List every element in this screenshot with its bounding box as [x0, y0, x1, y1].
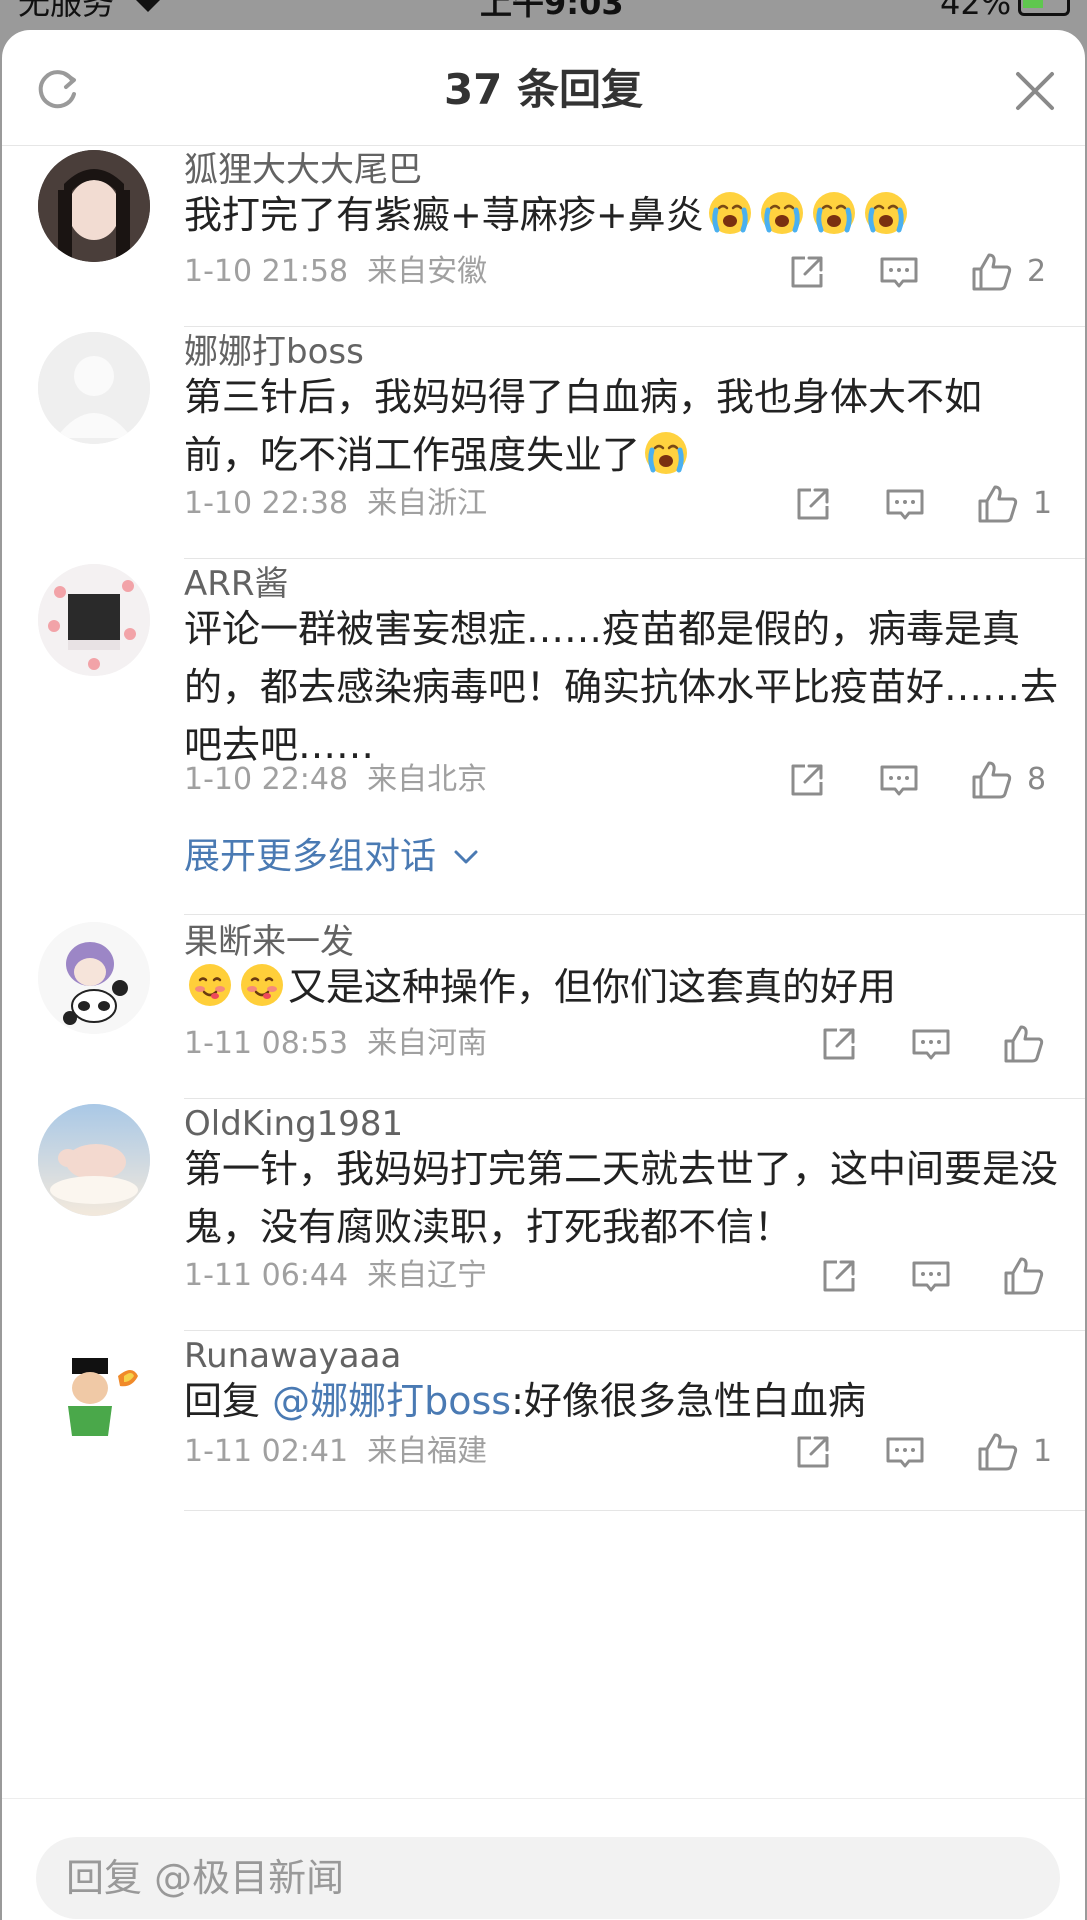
comment-body: :好像很多急性白血病	[511, 1379, 866, 1423]
comment-meta: 1-10 21:58 来自安徽	[184, 252, 487, 292]
comment-actions: 2	[785, 250, 1085, 300]
crying-emoji-icon	[640, 432, 692, 477]
comment-date: 1-10 21:58	[184, 254, 349, 289]
comment-location: 来自安徽	[367, 254, 488, 289]
comment-actions: 8	[785, 758, 1085, 808]
reply-prefix: 回复	[184, 1379, 273, 1423]
comment-date: 1-11 02:41	[184, 1434, 349, 1469]
clock: 上午9:03	[480, 0, 624, 22]
comment-text: 第三针后，我妈妈得了白血病，我也身体大不如前，吃不消工作强度失业了	[184, 368, 1054, 484]
comment-meta: 1-10 22:38 来自浙江	[184, 484, 487, 524]
comment-date: 1-11 06:44	[184, 1258, 349, 1293]
expand-conversation-link[interactable]: 展开更多组对话	[184, 832, 479, 882]
comment-icon[interactable]	[877, 758, 921, 802]
close-icon[interactable]	[1012, 68, 1058, 114]
yum-emoji-icon	[184, 964, 236, 1009]
expand-label: 展开更多组对话	[184, 836, 437, 877]
like-icon[interactable]	[976, 1430, 1020, 1474]
crying-emoji-icon	[860, 192, 912, 237]
comment-location: 来自浙江	[367, 486, 488, 521]
comment-actions	[785, 1022, 1085, 1072]
divider	[184, 1098, 1085, 1099]
sheet-header: 37 条回复	[2, 30, 1085, 146]
comment-text: 评论一群被害妄想症……疫苗都是假的，病毒是真的，都去感染病毒吧！确实抗体水平比疫…	[184, 607, 1059, 767]
divider	[184, 914, 1085, 915]
comment-date: 1-10 22:48	[184, 762, 349, 797]
avatar[interactable]	[38, 332, 150, 444]
mention-link[interactable]: @娜娜打boss	[272, 1379, 511, 1423]
comment-icon[interactable]	[883, 1430, 927, 1474]
comment-body: 我打完了有紫癜+荨麻疹+鼻炎	[184, 193, 704, 237]
page-title: 37 条回复	[443, 65, 644, 114]
comment-meta: 1-11 08:53 来自河南	[184, 1024, 487, 1064]
comment-text: 又是这种操作，但你们这套真的好用	[184, 958, 1064, 1016]
divider	[184, 1510, 1085, 1511]
crying-emoji-icon	[756, 192, 808, 237]
battery-icon	[1018, 0, 1070, 16]
comment-location: 来自福建	[367, 1434, 488, 1469]
share-icon[interactable]	[817, 1254, 861, 1298]
comment-date: 1-10 22:38	[184, 486, 349, 521]
reply-input[interactable]	[36, 1837, 1060, 1919]
comment-icon[interactable]	[909, 1022, 953, 1066]
like-icon[interactable]	[1002, 1022, 1046, 1066]
comment-actions: 1	[785, 1430, 1085, 1480]
like-icon[interactable]	[976, 482, 1020, 526]
avatar[interactable]	[38, 922, 150, 1034]
comment-meta: 1-11 06:44 来自辽宁	[184, 1256, 487, 1296]
avatar[interactable]	[38, 564, 150, 676]
avatar[interactable]	[38, 1336, 150, 1448]
replies-sheet: 37 条回复 狐狸大大大尾巴 我打完了有紫癜+荨麻疹+鼻炎 1-10 21:58…	[2, 30, 1085, 1920]
comment-date: 1-11 08:53	[184, 1026, 349, 1061]
chevron-down-icon	[454, 850, 478, 864]
comment-text: 我打完了有紫癜+荨麻疹+鼻炎	[184, 186, 1064, 244]
avatar[interactable]	[38, 1104, 150, 1216]
comment-text: 第一针，我妈妈打完第二天就去世了，这中间要是没鬼，没有腐败渎职，打死我都不信！	[184, 1147, 1059, 1249]
share-icon[interactable]	[791, 1430, 835, 1474]
divider	[184, 1330, 1085, 1331]
like-count: 1	[1033, 486, 1053, 521]
like-count: 8	[1027, 762, 1047, 797]
share-icon[interactable]	[785, 758, 829, 802]
yum-emoji-icon	[236, 964, 288, 1009]
comment-body: 第三针后，我妈妈得了白血病，我也身体大不如前，吃不消工作强度失业了	[184, 375, 983, 477]
like-icon[interactable]	[1002, 1254, 1046, 1298]
comment-icon[interactable]	[909, 1254, 953, 1298]
comment-body: 又是这种操作，但你们这套真的好用	[288, 965, 897, 1009]
comment-actions: 1	[785, 482, 1085, 532]
divider	[184, 326, 1085, 327]
crying-emoji-icon	[808, 192, 860, 237]
like-count: 1	[1033, 1434, 1053, 1469]
comment-icon[interactable]	[883, 482, 927, 526]
battery-percentage: 42%	[940, 0, 1012, 22]
share-icon[interactable]	[817, 1022, 861, 1066]
comment-location: 来自北京	[367, 762, 488, 797]
comment-icon[interactable]	[877, 250, 921, 294]
divider	[184, 558, 1085, 559]
reply-bar	[2, 1798, 1085, 1920]
status-bar: 无服务 上午9:03 42%	[0, 0, 1087, 30]
crying-emoji-icon	[704, 192, 756, 237]
share-icon[interactable]	[785, 250, 829, 294]
comment-location: 来自河南	[367, 1026, 488, 1061]
like-icon[interactable]	[970, 250, 1014, 294]
like-icon[interactable]	[970, 758, 1014, 802]
comment-location: 来自辽宁	[367, 1258, 488, 1293]
avatar[interactable]	[38, 150, 150, 262]
comment-meta: 1-10 22:48 来自北京	[184, 760, 487, 800]
carrier-label: 无服务	[18, 0, 115, 22]
wifi-icon	[130, 0, 166, 20]
comment-text: 回复 @娜娜打boss:好像很多急性白血病	[184, 1372, 1064, 1430]
share-icon[interactable]	[791, 482, 835, 526]
like-count: 2	[1027, 254, 1047, 289]
comment-meta: 1-11 02:41 来自福建	[184, 1432, 487, 1472]
comment-actions	[785, 1254, 1085, 1304]
